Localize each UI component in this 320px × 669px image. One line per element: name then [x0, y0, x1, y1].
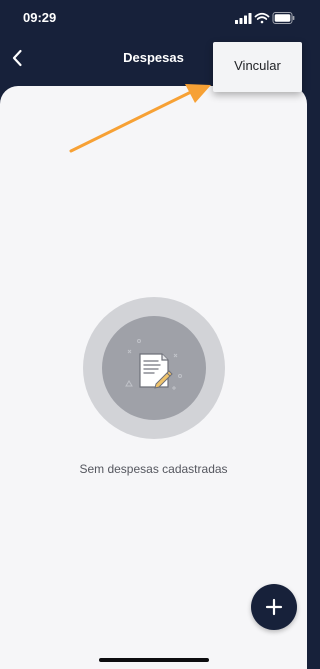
main-content: Sem despesas cadastradas	[0, 86, 307, 669]
empty-state-message: Sem despesas cadastradas	[79, 462, 228, 476]
signal-icon	[235, 13, 252, 24]
battery-icon	[272, 12, 295, 24]
status-icons	[235, 11, 295, 25]
status-bar: 09:29	[0, 0, 307, 36]
overflow-menu: Vincular	[213, 42, 302, 92]
document-edit-icon	[125, 339, 182, 390]
empty-state-inner-circle	[102, 316, 206, 420]
empty-state-outer-circle	[83, 297, 225, 439]
add-expense-button[interactable]	[251, 584, 297, 630]
wifi-icon	[254, 12, 270, 24]
menu-item-vincular[interactable]: Vincular	[213, 58, 302, 73]
status-time: 09:29	[23, 10, 57, 25]
plus-icon	[265, 598, 283, 616]
empty-state: Sem despesas cadastradas	[0, 297, 307, 477]
home-indicator	[99, 658, 209, 662]
